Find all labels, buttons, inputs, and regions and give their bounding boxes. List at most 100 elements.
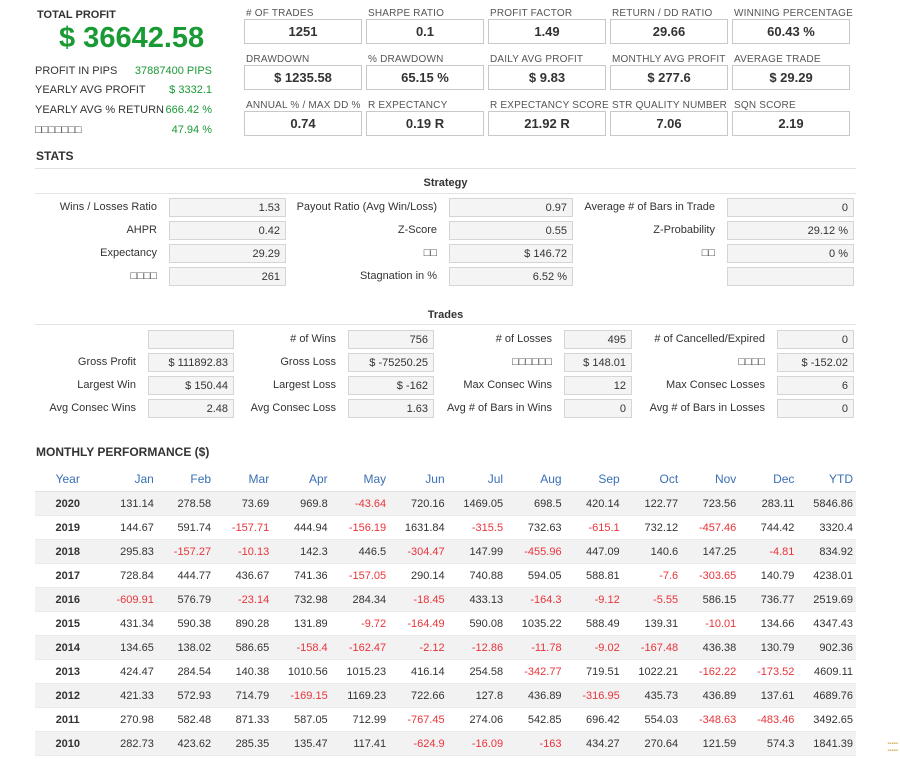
metric-label: DRAWDOWN <box>246 54 310 65</box>
month-value-cell: -10.13 <box>214 539 273 564</box>
monthly-performance-title: MONTHLY PERFORMANCE ($) <box>36 445 210 459</box>
month-value-cell: 586.65 <box>214 635 273 660</box>
month-value-cell: -615.1 <box>564 515 623 540</box>
month-value-cell: -767.45 <box>389 707 448 732</box>
stat-label: AHPR <box>126 224 157 236</box>
metric-label: DAILY AVG PROFIT <box>490 54 584 65</box>
month-value-cell: 586.15 <box>681 587 740 612</box>
metric-label: # OF TRADES <box>246 8 314 19</box>
table-row: 2017 728.84 444.77 436.67 741.36 -157.05 290.1… <box>35 563 856 588</box>
metric-card: % DRAWDOWN 65.15 % <box>366 54 484 100</box>
month-value-cell: -316.95 <box>564 683 623 708</box>
stat-value: 29.12 % <box>727 221 854 240</box>
month-value-cell: -342.77 <box>506 659 565 684</box>
metric-card: DAILY AVG PROFIT $ 9.83 <box>488 54 606 100</box>
month-value-cell: 436.67 <box>214 563 273 588</box>
trade-stat-label: Largest Win <box>77 379 136 391</box>
month-value-cell: 576.79 <box>156 587 215 612</box>
total-profit-value: $ 36642.58 <box>59 22 205 54</box>
month-value-cell: -157.05 <box>330 563 390 588</box>
column-header-sep: Sep <box>564 467 623 492</box>
table-row: 2019 144.67 591.74 -157.71 444.94 -156.19 1631… <box>35 515 856 540</box>
year-cell: 2015 <box>35 611 101 636</box>
metric-value: 7.06 <box>610 111 728 136</box>
table-row: 2015 431.34 590.38 890.28 131.89 -9.72 -164.49… <box>35 611 856 636</box>
trade-stat-label: Gross Loss <box>280 356 336 368</box>
metric-label: R EXPECTANCY <box>368 100 448 111</box>
month-value-cell: 433.13 <box>447 587 507 612</box>
trade-stat-label: Avg # of Bars in Wins <box>447 402 552 414</box>
month-value-cell: 423.62 <box>156 731 215 756</box>
trade-stat-label: □□□□ <box>738 356 765 368</box>
trades-divider <box>35 324 856 325</box>
metric-value: 65.15 % <box>366 65 484 90</box>
month-value-cell: 147.25 <box>681 539 740 564</box>
month-value-cell: 714.79 <box>214 683 273 708</box>
year-cell: 2019 <box>35 515 101 540</box>
metric-label: RETURN / DD RATIO <box>612 8 713 19</box>
metric-value: 29.66 <box>610 19 728 44</box>
year-cell: 2017 <box>35 563 101 588</box>
month-value-cell: -18.45 <box>389 587 448 612</box>
month-value-cell: 131.14 <box>100 491 157 516</box>
watermark-logo: ▪▪▪▪▪ ▪▪▪▪▪ <box>887 741 898 754</box>
column-header-ytd: YTD <box>797 467 856 492</box>
month-value-cell: 572.93 <box>156 683 215 708</box>
month-value-cell: 434.27 <box>564 731 623 756</box>
metric-card: R EXPECTANCY 0.19 R <box>366 100 484 146</box>
trade-stat-label: Avg Consec Loss <box>250 402 336 414</box>
month-value-cell: -624.9 <box>389 731 448 756</box>
month-value-cell: 139.31 <box>622 611 682 636</box>
stat-label: Average # of Bars in Trade <box>584 201 715 213</box>
total-profit-label: TOTAL PROFIT <box>37 9 116 21</box>
month-value-cell: 278.58 <box>156 491 215 516</box>
month-value-cell: 732.12 <box>622 515 682 540</box>
month-value-cell: 137.61 <box>739 683 798 708</box>
metric-card: # OF TRADES 1251 <box>244 8 362 54</box>
month-value-cell: 720.16 <box>389 491 448 516</box>
month-value-cell: 254.58 <box>447 659 507 684</box>
month-value-cell: 719.51 <box>564 659 623 684</box>
month-value-cell: 740.88 <box>447 563 507 588</box>
metric-card: MONTHLY AVG PROFIT $ 277.6 <box>610 54 728 100</box>
month-value-cell: -9.12 <box>564 587 623 612</box>
monthly-performance-table: Year Jan Feb Mar Apr May Jun Jul Aug Sep Oct Nov Dec… <box>35 467 856 756</box>
month-value-cell: 588.49 <box>564 611 623 636</box>
month-value-cell: 421.33 <box>100 683 157 708</box>
month-value-cell: -483.46 <box>739 707 798 732</box>
month-value-cell: -162.47 <box>330 635 390 660</box>
month-value-cell: 290.14 <box>389 563 448 588</box>
column-header-oct: Oct <box>622 467 682 492</box>
month-value-cell: 436.89 <box>681 683 740 708</box>
month-value-cell: 588.81 <box>564 563 623 588</box>
summary-row-unknown: □□□□□□□ 47.94 % <box>35 124 212 140</box>
metric-value: 0.74 <box>244 111 362 136</box>
month-value-cell: 4609.11 <box>797 659 856 684</box>
stat-value: 0 % <box>727 244 854 263</box>
month-value-cell: 122.77 <box>622 491 682 516</box>
column-header-apr: Apr <box>272 467 331 492</box>
metric-card: PROFIT FACTOR 1.49 <box>488 8 606 54</box>
metric-value: 1251 <box>244 19 362 44</box>
metric-card: AVERAGE TRADE $ 29.29 <box>732 54 850 100</box>
column-header-year: Year <box>35 467 101 492</box>
stat-label: □□ <box>701 247 715 259</box>
stat-label: Wins / Losses Ratio <box>59 201 157 213</box>
month-value-cell: 424.47 <box>100 659 157 684</box>
month-value-cell: 1010.56 <box>272 659 331 684</box>
month-value-cell: 741.36 <box>272 563 331 588</box>
column-header-aug: Aug <box>506 467 565 492</box>
column-header-nov: Nov <box>681 467 740 492</box>
month-value-cell: 582.48 <box>156 707 215 732</box>
summary-label: YEARLY AVG PROFIT <box>35 84 146 96</box>
month-value-cell: 73.69 <box>214 491 273 516</box>
month-value-cell: 732.98 <box>272 587 331 612</box>
month-value-cell: 131.89 <box>272 611 331 636</box>
metric-card: RETURN / DD RATIO 29.66 <box>610 8 728 54</box>
month-value-cell: -2.12 <box>389 635 448 660</box>
month-value-cell: -304.47 <box>389 539 448 564</box>
month-value-cell: -173.52 <box>739 659 798 684</box>
metric-label: % DRAWDOWN <box>368 54 444 65</box>
month-value-cell: 744.42 <box>739 515 798 540</box>
month-value-cell: 436.89 <box>506 683 565 708</box>
